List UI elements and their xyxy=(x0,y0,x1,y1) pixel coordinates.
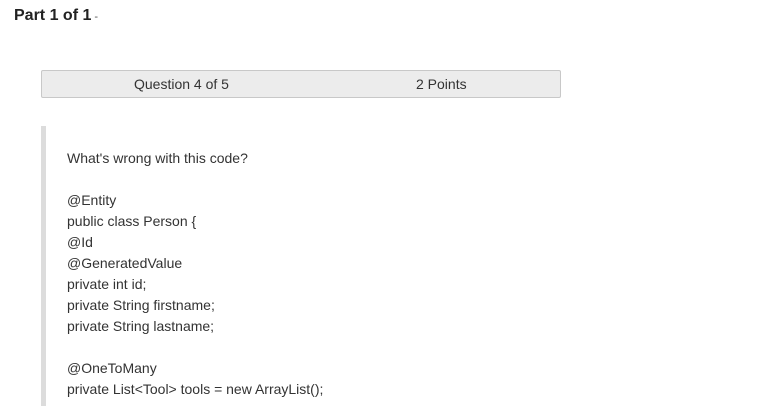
code-line: @OneToMany xyxy=(67,360,157,376)
code-line: private String firstname; xyxy=(67,297,215,313)
question-prompt: What's wrong with this code? xyxy=(67,150,248,166)
code-block: @Entity public class Person { @Id @Gener… xyxy=(67,190,323,400)
code-line: private String lastname; xyxy=(67,318,215,334)
question-points-label: 2 Points xyxy=(416,76,467,92)
code-line: private List<Tool> tools = new ArrayList… xyxy=(67,381,324,397)
code-line: @Id xyxy=(67,234,93,250)
part-header: Part 1 of 1- xyxy=(14,7,98,25)
code-line: @GeneratedValue xyxy=(67,255,183,271)
part-label: Part 1 of 1 xyxy=(14,7,92,24)
code-line: @Entity xyxy=(67,192,117,208)
question-header-bar: Question 4 of 5 2 Points xyxy=(41,70,561,98)
question-number-label: Question 4 of 5 xyxy=(134,76,229,92)
part-suffix: - xyxy=(94,11,99,23)
question-body: What's wrong with this code? @Entity pub… xyxy=(41,126,586,406)
code-line: public class Person { xyxy=(67,213,197,229)
code-line: private int id; xyxy=(67,276,147,292)
